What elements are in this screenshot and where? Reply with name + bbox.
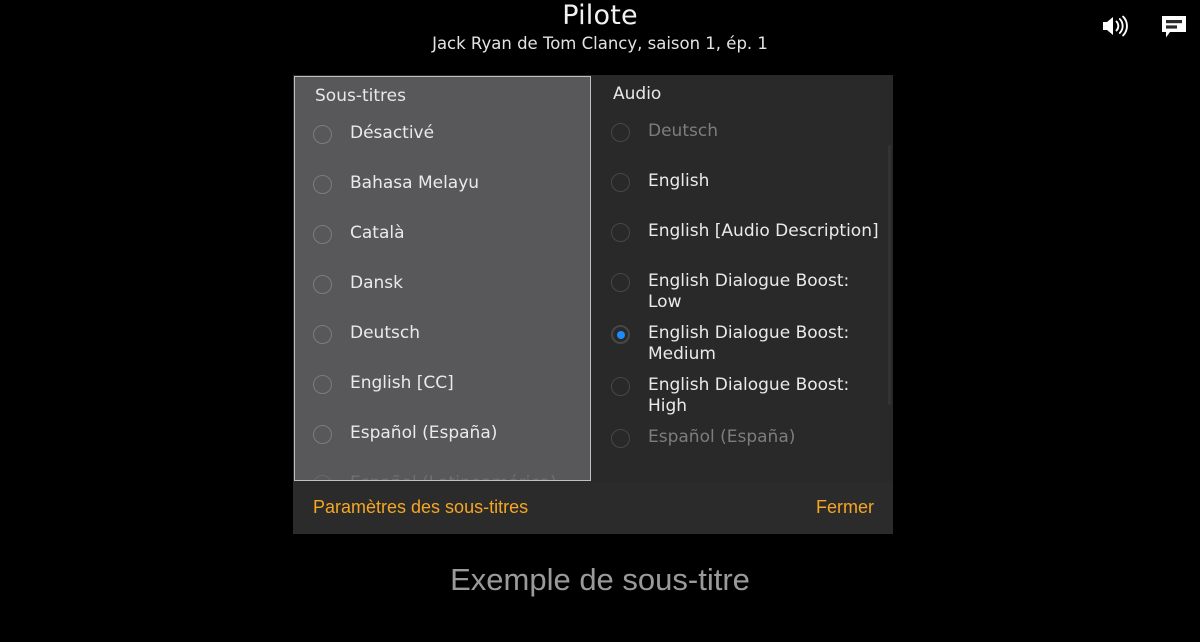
radio-icon[interactable] <box>611 273 630 292</box>
subtitles-panel-heading: Sous-titres <box>315 86 406 106</box>
option-label: English Dialogue Boost: High <box>648 375 850 416</box>
subtitles-option-row[interactable]: Deutsch <box>295 313 590 363</box>
radio-icon[interactable] <box>611 173 630 192</box>
dialog-footer: Paramètres des sous-titres Fermer <box>293 482 893 534</box>
radio-icon[interactable] <box>313 225 332 244</box>
subtitles-option-row[interactable]: Español (España) <box>295 413 590 463</box>
audio-option-row-selected[interactable]: English Dialogue Boost: Medium <box>593 313 893 365</box>
audio-option-row[interactable]: English [Audio Description] <box>593 211 893 261</box>
sample-subtitle-text: Exemple de sous-titre <box>450 562 750 597</box>
audio-option-row[interactable]: English <box>593 161 893 211</box>
audio-subtitles-dialog: Sous-titres Désactivé Bahasa Melayu Cata… <box>293 75 893 534</box>
option-label: English Dialogue Boost: Low <box>648 271 850 312</box>
audio-list-scrollbar[interactable] <box>888 145 891 405</box>
audio-option-row[interactable]: English Dialogue Boost: High <box>593 365 893 417</box>
option-label: English [CC] <box>350 373 454 393</box>
subtitles-option-row[interactable]: Català <box>295 213 590 263</box>
radio-icon[interactable] <box>313 125 332 144</box>
audio-option-row[interactable]: Español (España) <box>593 417 893 467</box>
option-label: Bahasa Melayu <box>350 173 480 193</box>
player-header: Pilote Jack Ryan de Tom Clancy, saison 1… <box>0 0 1200 62</box>
audio-option-row[interactable]: Deutsch <box>593 111 893 161</box>
subtitles-option-row[interactable]: Dansk <box>295 263 590 313</box>
subtitles-option-row[interactable]: Bahasa Melayu <box>295 163 590 213</box>
option-label: English <box>648 171 710 191</box>
option-label: Dansk <box>350 273 403 293</box>
radio-icon[interactable] <box>611 377 630 396</box>
subtitles-option-row[interactable]: Désactivé <box>295 113 590 163</box>
radio-icon[interactable] <box>313 475 332 480</box>
radio-icon[interactable] <box>611 223 630 242</box>
radio-icon[interactable] <box>313 325 332 344</box>
audio-option-row[interactable]: English Dialogue Boost: Low <box>593 261 893 313</box>
option-label: Español (España) <box>648 427 796 447</box>
audio-panel-heading: Audio <box>613 84 662 104</box>
option-label: Désactivé <box>350 123 435 143</box>
subtitles-option-row[interactable]: Español (Latinoamérica) <box>295 463 590 480</box>
option-label: Deutsch <box>350 323 420 343</box>
option-label: Deutsch <box>648 121 718 141</box>
radio-icon[interactable] <box>313 425 332 444</box>
option-label: English Dialogue Boost: Medium <box>648 323 850 364</box>
radio-icon[interactable] <box>611 429 630 448</box>
option-label: Español (España) <box>350 423 498 443</box>
volume-icon[interactable] <box>1097 12 1131 40</box>
radio-icon[interactable] <box>611 123 630 142</box>
dialog-panels: Sous-titres Désactivé Bahasa Melayu Cata… <box>293 75 893 482</box>
audio-option-list: Deutsch English English [Audio Descripti… <box>593 111 893 467</box>
radio-icon[interactable] <box>313 275 332 294</box>
radio-icon[interactable] <box>313 175 332 194</box>
subtitles-option-row[interactable]: English [CC] <box>295 363 590 413</box>
radio-icon-selected[interactable] <box>611 325 630 344</box>
option-label: Español (Latinoamérica) <box>350 463 557 480</box>
episode-subtitle: Jack Ryan de Tom Clancy, saison 1, ép. 1 <box>432 34 768 53</box>
subtitles-option-list: Désactivé Bahasa Melayu Català Dansk Deu… <box>295 113 590 480</box>
audio-panel: Audio Deutsch English English [Audio Des… <box>593 75 893 482</box>
option-label: Català <box>350 223 405 243</box>
subtitle-settings-button[interactable]: Paramètres des sous-titres <box>313 494 528 520</box>
option-label: English [Audio Description] <box>648 221 879 241</box>
subtitles-panel: Sous-titres Désactivé Bahasa Melayu Cata… <box>294 76 591 481</box>
page-title: Pilote <box>562 0 638 31</box>
close-button[interactable]: Fermer <box>816 494 874 520</box>
subtitles-icon[interactable] <box>1157 12 1191 40</box>
radio-icon[interactable] <box>313 375 332 394</box>
